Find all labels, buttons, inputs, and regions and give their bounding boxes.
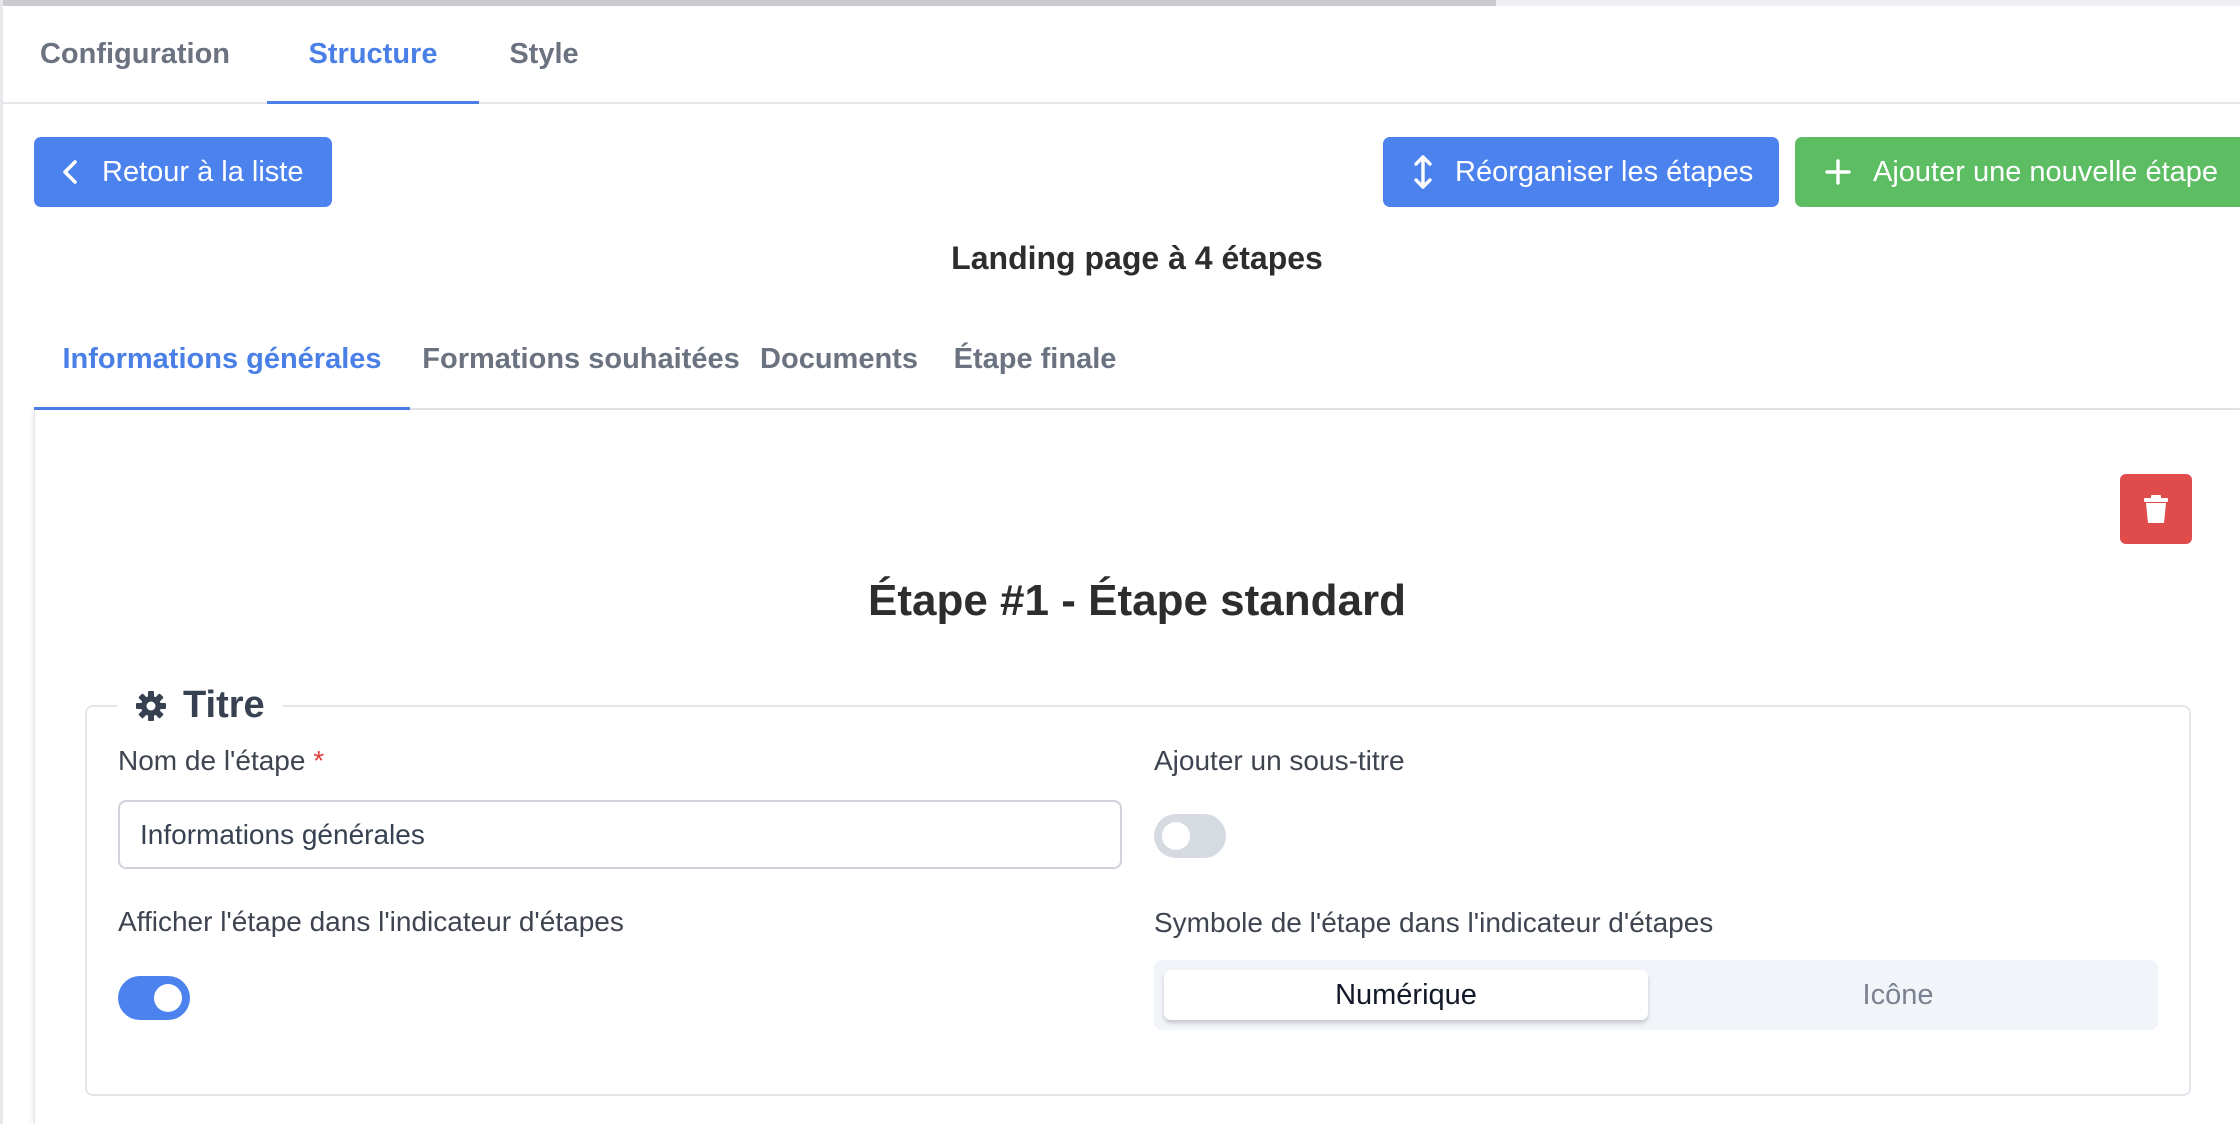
symbol-label: Symbole de l'étape dans l'indicateur d'é… <box>1154 907 1714 938</box>
back-to-list-label: Retour à la liste <box>102 155 304 188</box>
indicator-toggle-label: Afficher l'étape dans l'indicateur d'éta… <box>118 906 624 937</box>
section-legend: Titre <box>117 684 283 727</box>
back-to-list-button[interactable]: Retour à la liste <box>34 137 332 207</box>
reorder-steps-label: Réorganiser les étapes <box>1455 155 1754 188</box>
reorder-steps-button[interactable]: Réorganiser les étapes <box>1383 137 1779 207</box>
step-title: Étape #1 - Étape standard <box>868 576 1406 625</box>
symbol-option-icon[interactable]: Icône <box>1648 970 2148 1020</box>
add-step-label: Ajouter une nouvelle étape <box>1873 155 2219 188</box>
tab-style[interactable]: Style <box>479 6 609 104</box>
required-marker: * <box>313 745 325 776</box>
tab-configuration[interactable]: Configuration <box>3 6 267 104</box>
tab-etape-finale[interactable]: Étape finale <box>926 322 1144 410</box>
toggle-knob <box>1162 822 1190 850</box>
gear-icon <box>135 690 167 722</box>
tab-structure[interactable]: Structure <box>267 6 479 104</box>
step-name-input[interactable] <box>118 800 1122 869</box>
trash-icon <box>2143 494 2169 524</box>
window-edge <box>0 0 3 1124</box>
subtitle-toggle[interactable] <box>1154 814 1226 858</box>
top-tab-bar: Configuration Structure Style <box>3 6 2240 104</box>
title-section: Titre <box>85 684 2191 1096</box>
step-tab-bar: Informations générales Formations souhai… <box>34 322 2240 410</box>
section-title: Titre <box>183 684 265 726</box>
delete-step-button[interactable] <box>2120 474 2192 544</box>
step-name-label: Nom de l'étape * <box>118 745 324 777</box>
symbol-option-numeric[interactable]: Numérique <box>1164 970 1648 1020</box>
step-name-label-text: Nom de l'étape <box>118 745 306 776</box>
arrows-vertical-icon <box>1413 154 1433 190</box>
chevron-left-icon <box>60 158 80 186</box>
symbol-segmented-control: Numérique Icône <box>1154 960 2158 1030</box>
plus-icon <box>1825 159 1851 185</box>
tab-informations-generales[interactable]: Informations générales <box>34 322 410 410</box>
add-step-button[interactable]: Ajouter une nouvelle étape <box>1795 137 2240 207</box>
indicator-toggle[interactable] <box>118 976 190 1020</box>
page-title: Landing page à 4 étapes <box>951 240 1323 276</box>
toggle-knob <box>154 984 182 1012</box>
subtitle-toggle-label: Ajouter un sous-titre <box>1154 745 1405 776</box>
tab-formations-souhaitees[interactable]: Formations souhaitées <box>410 322 752 410</box>
tab-documents[interactable]: Documents <box>752 322 926 410</box>
